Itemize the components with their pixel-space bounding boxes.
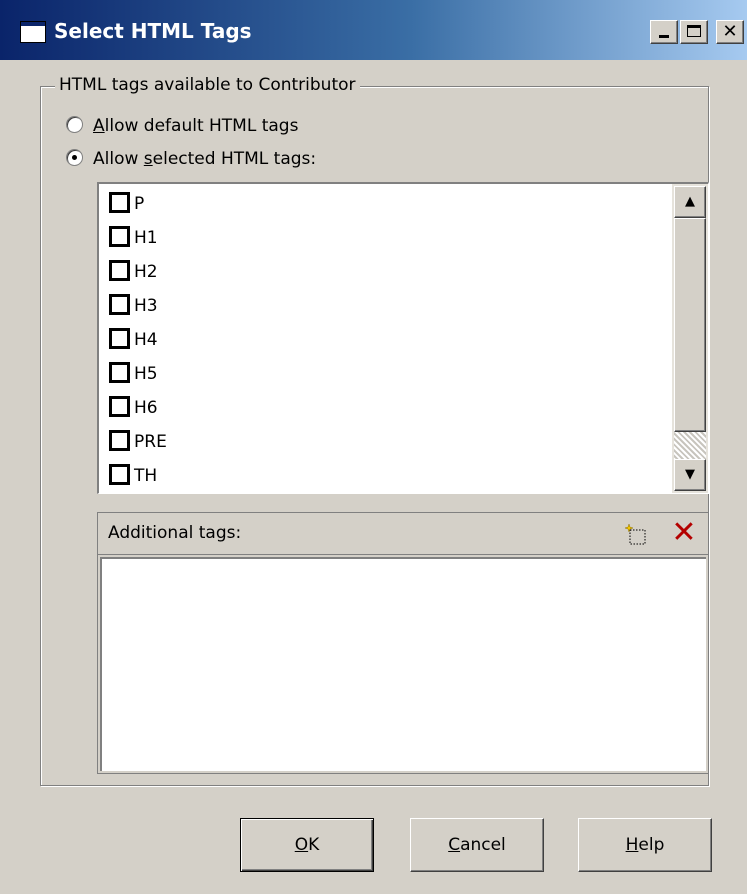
window-icon bbox=[20, 21, 46, 43]
close-button[interactable]: ✕ bbox=[716, 20, 744, 44]
tag-label: PRE bbox=[134, 432, 167, 452]
vertical-scrollbar[interactable]: ▲ ▼ bbox=[672, 184, 708, 493]
scroll-track[interactable] bbox=[674, 432, 706, 460]
list-item[interactable]: H2 bbox=[109, 260, 158, 294]
tag-checkbox[interactable] bbox=[109, 294, 130, 315]
help-button[interactable]: Help bbox=[578, 818, 712, 872]
help-label: elp bbox=[638, 835, 665, 855]
tag-checkbox[interactable] bbox=[109, 328, 130, 349]
title-bar[interactable]: Select HTML Tags ✕ bbox=[0, 0, 747, 60]
scroll-thumb[interactable] bbox=[674, 218, 706, 432]
tag-label: H4 bbox=[134, 330, 158, 350]
html-tags-listbox[interactable]: P H1 H2 H3 H4 H5 H6 PRE TH ▲ ▼ bbox=[97, 182, 709, 494]
tag-checkbox[interactable] bbox=[109, 260, 130, 281]
list-item[interactable]: H5 bbox=[109, 362, 158, 396]
new-tag-icon[interactable] bbox=[625, 524, 647, 546]
close-icon: ✕ bbox=[722, 21, 738, 42]
list-item[interactable]: H6 bbox=[109, 396, 158, 430]
radio-accesskey: s bbox=[143, 149, 153, 169]
cancel-button[interactable]: Cancel bbox=[410, 818, 544, 872]
radio-allow-selected[interactable]: Allow selected HTML tags: bbox=[66, 149, 316, 169]
tag-label: H2 bbox=[134, 262, 158, 282]
help-accesskey: H bbox=[625, 835, 639, 855]
ok-button[interactable]: OK bbox=[240, 818, 374, 872]
list-item[interactable]: P bbox=[109, 192, 144, 226]
arrow-down-icon: ▼ bbox=[685, 467, 695, 482]
tag-label: TH bbox=[134, 466, 158, 486]
cancel-accesskey: C bbox=[448, 835, 461, 855]
ok-accesskey: O bbox=[294, 835, 309, 855]
tag-checkbox[interactable] bbox=[109, 192, 130, 213]
minimize-button[interactable] bbox=[650, 20, 678, 44]
cancel-label: ancel bbox=[460, 835, 506, 855]
minimize-icon bbox=[659, 35, 669, 38]
ok-label: K bbox=[308, 835, 320, 855]
tag-checkbox[interactable] bbox=[109, 362, 130, 383]
list-item[interactable]: PRE bbox=[109, 430, 167, 464]
window-title: Select HTML Tags bbox=[54, 19, 252, 43]
radio-label: elected HTML tags: bbox=[152, 149, 317, 169]
tag-label: H3 bbox=[134, 296, 158, 316]
additional-tags-header: Additional tags: ✕ bbox=[98, 513, 708, 555]
list-item[interactable]: H4 bbox=[109, 328, 158, 362]
arrow-up-icon: ▲ bbox=[685, 194, 695, 209]
tag-label: H6 bbox=[134, 398, 158, 418]
list-item[interactable]: H3 bbox=[109, 294, 158, 328]
tag-label: P bbox=[134, 194, 145, 214]
tag-checkbox[interactable] bbox=[109, 226, 130, 247]
radio-button[interactable] bbox=[66, 116, 83, 133]
scroll-up-button[interactable]: ▲ bbox=[674, 186, 706, 218]
maximize-icon bbox=[687, 25, 701, 37]
radio-allow-default[interactable]: Allow default HTML tags bbox=[66, 116, 298, 136]
list-item[interactable]: H1 bbox=[109, 226, 158, 260]
tag-checkbox[interactable] bbox=[109, 396, 130, 417]
additional-tags-panel: Additional tags: ✕ bbox=[97, 512, 709, 774]
tag-checkbox[interactable] bbox=[109, 464, 130, 485]
tag-label: H1 bbox=[134, 228, 158, 248]
tag-label: H5 bbox=[134, 364, 158, 384]
delete-tag-icon[interactable]: ✕ bbox=[669, 518, 699, 548]
tag-checkbox[interactable] bbox=[109, 430, 130, 451]
maximize-button[interactable] bbox=[680, 20, 708, 44]
additional-tags-label: Additional tags: bbox=[108, 523, 242, 543]
additional-tags-list[interactable] bbox=[100, 557, 706, 771]
scroll-down-button[interactable]: ▼ bbox=[674, 459, 706, 491]
radio-accesskey: A bbox=[93, 116, 105, 136]
groupbox-legend: HTML tags available to Contributor bbox=[55, 75, 360, 95]
radio-label-prefix: Allow bbox=[93, 149, 144, 169]
radio-label: llow default HTML tags bbox=[104, 116, 299, 136]
list-item[interactable]: TH bbox=[109, 464, 158, 493]
radio-button-selected[interactable] bbox=[66, 149, 83, 166]
